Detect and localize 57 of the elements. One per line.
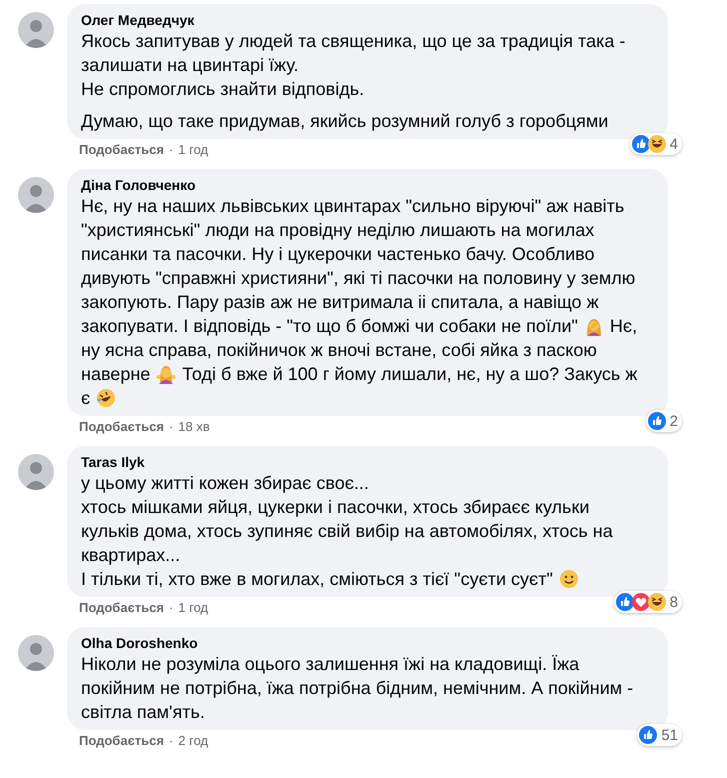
author-name[interactable]: Taras Ilyk	[81, 453, 656, 471]
like-link[interactable]: Подобається	[79, 419, 164, 434]
separator-dot: ·	[168, 142, 174, 157]
author-name[interactable]: Olha Doroshenko	[81, 634, 656, 652]
comment-text: ну ясна справа, покійничок ж вночі встане, собі яйка з паскою	[81, 340, 597, 360]
comment-text: хтось мішками яйця, цукерки і пасочки, хтось збираєє кульки	[81, 497, 590, 517]
comment-text: залишати на цвинтарі їжу.	[81, 55, 299, 75]
comment-time[interactable]: 1 год	[178, 600, 208, 615]
avatar[interactable]	[18, 12, 54, 48]
comment-text: І тільки ті, хто вже в могилах, сміються з тієї "суєти суєт"	[81, 569, 553, 589]
avatar[interactable]	[18, 635, 54, 671]
comment-text: є	[81, 388, 90, 408]
comment-text: закопують. Пару разів аж не витримала іі спитала, а навіщо ж	[81, 292, 599, 312]
comment-time[interactable]: 2 год	[178, 733, 208, 748]
reaction-summary[interactable]: 4	[630, 133, 682, 155]
avatar[interactable]	[18, 454, 54, 490]
comment-text: Якось запитував у людей та священика, що це за традиція така -	[81, 31, 626, 51]
reaction-summary[interactable]: 8	[614, 591, 682, 613]
reaction-summary[interactable]: 51	[637, 724, 682, 746]
laughing-reaction-icon	[648, 593, 666, 611]
separator-dot: ·	[168, 733, 174, 748]
separator-dot: ·	[168, 600, 174, 615]
comment-text: Нє,	[610, 316, 638, 336]
comment-time[interactable]: 18 хв	[178, 419, 210, 434]
like-link[interactable]: Подобається	[79, 733, 164, 748]
like-reaction-icon	[648, 412, 666, 430]
shrug-emoji-icon	[156, 364, 176, 384]
like-link[interactable]: Подобається	[79, 600, 164, 615]
author-name[interactable]: Діна Головченко	[81, 176, 656, 194]
comment-text: закопувати. І відповідь - "то що б бомжі чи собаки не поїли"	[81, 316, 578, 336]
separator-dot: ·	[168, 419, 174, 434]
like-reaction-icon	[616, 593, 634, 611]
comment-text: писанки та пасочки. Ну і цукерочки частенько бачу. Особливо	[81, 244, 595, 264]
comment-text: світла пам'ять.	[81, 702, 205, 722]
avatar[interactable]	[18, 177, 54, 213]
like-link[interactable]: Подобається	[79, 142, 164, 157]
comment-text: Нє, ну на наших львівських цвинтарах "сильно віруючі" аж навіть	[81, 196, 624, 216]
smile-emoji-icon	[558, 569, 579, 589]
laughing-emoji-icon	[96, 388, 116, 408]
comment-text: Ніколи не розуміла оцього залишення їжі на кладовищі. Їжа	[81, 654, 580, 674]
comment-text: кульків дома, хтось зупиняє свій вибір на автомобілях, хтось на	[81, 521, 613, 541]
comment-text: покійним не потрібна, їжа потрібна бідним, немічним. А покійним -	[81, 678, 634, 698]
reaction-summary[interactable]: 2	[646, 410, 682, 432]
comment-text: "християнські" люди на провідну неділю лишають на могилах	[81, 220, 594, 240]
comment-text: квартирах...	[81, 545, 180, 565]
comment-time[interactable]: 1 год	[178, 142, 208, 157]
comment-text: Думаю, що таке придумав, якийсь розумний голуб з горобцями	[81, 111, 608, 131]
like-reaction-icon	[639, 726, 658, 744]
comment-text: дивують "справжні християни", які ті пасочки на половину у землю	[81, 268, 636, 288]
like-reaction-icon	[632, 135, 650, 153]
comment-text: Тоді б вже й 100 г йому лишали, нє, ну а шо? Закусь ж	[182, 364, 638, 384]
heart-reaction-icon	[632, 593, 650, 611]
laughing-reaction-icon	[648, 135, 666, 153]
comment-text: наверне	[81, 364, 150, 384]
comment-text: у цьому житті кожен збирає своє...	[81, 473, 369, 493]
comment-text: Не спромоглись знайти відповідь.	[81, 79, 364, 99]
author-name[interactable]: Олег Медведчук	[81, 11, 656, 29]
